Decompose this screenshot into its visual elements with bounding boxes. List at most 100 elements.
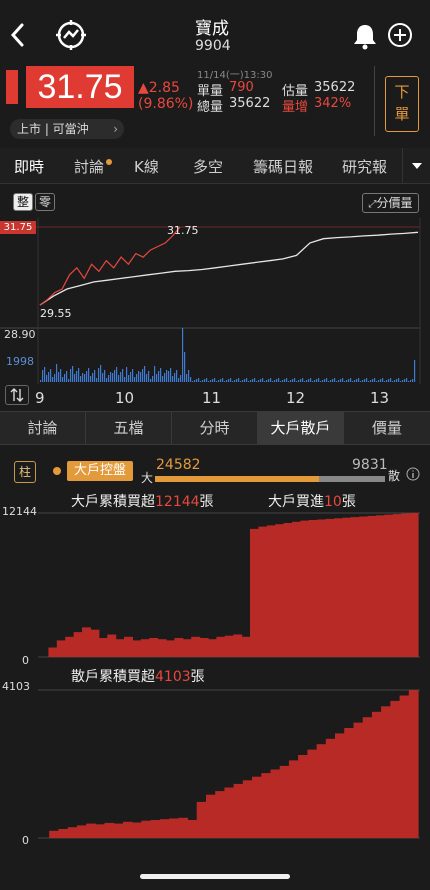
cum-bar bbox=[169, 818, 179, 838]
high-price-label: 31.75 bbox=[167, 224, 199, 237]
chart-top-price: 31.75 bbox=[0, 221, 36, 234]
volume-bar bbox=[408, 381, 410, 382]
x-tick-13: 13 bbox=[370, 389, 390, 407]
subtab-big-small[interactable]: 大戶散戶 bbox=[258, 412, 344, 445]
volume-bar bbox=[86, 371, 88, 382]
volume-bar bbox=[96, 378, 98, 382]
volume-bar bbox=[364, 379, 366, 382]
volume-bar bbox=[90, 376, 92, 382]
cum-bar bbox=[371, 711, 382, 838]
cum-bar bbox=[182, 639, 192, 657]
volume-bar bbox=[348, 379, 350, 382]
current-price: 31.75 bbox=[26, 66, 134, 108]
volume-bar bbox=[336, 381, 338, 382]
volume-bar bbox=[328, 381, 330, 382]
volume-bar bbox=[126, 367, 128, 382]
volume-bar bbox=[132, 369, 134, 382]
volume-bar bbox=[176, 370, 178, 382]
subtab-price-volume[interactable]: 價量 bbox=[344, 412, 430, 445]
volume-bar bbox=[358, 378, 360, 382]
price-change-pct: (9.86%) bbox=[138, 96, 194, 112]
volume-bar bbox=[268, 379, 270, 382]
price-volume-label: 分價量 bbox=[376, 196, 413, 210]
volume-bar bbox=[414, 360, 416, 382]
listing-badge[interactable]: 上市 | 可當沖 › bbox=[10, 119, 124, 139]
subtab-five-levels[interactable]: 五檔 bbox=[86, 412, 172, 445]
intraday-price-chart bbox=[0, 218, 421, 384]
volume-bar bbox=[296, 381, 298, 382]
column-chart-toggle[interactable]: 柱 bbox=[14, 461, 36, 483]
volume-bar bbox=[160, 368, 162, 382]
small-label: 散 bbox=[388, 469, 401, 483]
volume-bar bbox=[248, 381, 250, 382]
whole-lot-toggle[interactable]: 整 bbox=[13, 193, 33, 211]
x-tick-9: 9 bbox=[35, 389, 45, 407]
volume-bar bbox=[402, 380, 404, 382]
small-cum-chart bbox=[38, 689, 420, 839]
chevron-left-icon bbox=[10, 23, 24, 47]
volume-bar bbox=[42, 370, 44, 382]
back-button[interactable] bbox=[8, 22, 32, 50]
volume-bar bbox=[162, 376, 164, 382]
subtab-discussion[interactable]: 討論 bbox=[0, 412, 86, 445]
add-watchlist-button[interactable] bbox=[387, 22, 413, 48]
x-tick-12: 12 bbox=[286, 389, 306, 407]
cum-bar bbox=[191, 636, 201, 657]
cum-bar bbox=[159, 819, 170, 838]
est-volume-value: 35622 bbox=[314, 80, 356, 95]
bell-button[interactable] bbox=[352, 22, 378, 50]
subtab-time-sales[interactable]: 分時 bbox=[172, 412, 258, 445]
volume-bar bbox=[128, 375, 130, 382]
volume-bar bbox=[218, 380, 220, 382]
volume-bar bbox=[234, 380, 236, 382]
tab-discussion[interactable]: 討論 bbox=[74, 156, 104, 177]
volume-bar bbox=[80, 376, 82, 382]
volume-bar bbox=[224, 381, 226, 382]
volume-bar bbox=[340, 379, 342, 382]
tab-realtime[interactable]: 即時 bbox=[14, 156, 44, 177]
cum-bar bbox=[115, 639, 125, 657]
volume-bar bbox=[360, 381, 362, 382]
tab-kline[interactable]: K線 bbox=[134, 156, 159, 177]
cum-bar bbox=[98, 638, 108, 657]
volume-bar bbox=[392, 381, 394, 382]
tab-dropdown-button[interactable] bbox=[402, 148, 430, 183]
volume-bar bbox=[106, 378, 108, 382]
volume-bar bbox=[104, 370, 106, 382]
swap-chart-button[interactable] bbox=[5, 385, 29, 405]
price-volume-button[interactable]: ⤢分價量 bbox=[362, 193, 419, 213]
volume-bar bbox=[378, 380, 380, 382]
volume-bar bbox=[256, 381, 258, 382]
volume-bar bbox=[412, 379, 414, 382]
tab-chip-daily[interactable]: 籌碼日報 bbox=[253, 156, 313, 177]
volume-bar bbox=[206, 378, 208, 382]
price-side-marker bbox=[6, 70, 18, 104]
volume-bar bbox=[304, 381, 306, 382]
cum-bar bbox=[123, 821, 133, 838]
cum-bar bbox=[390, 700, 401, 838]
volume-bar bbox=[216, 381, 218, 382]
volume-bar bbox=[298, 380, 300, 382]
trend-button[interactable] bbox=[54, 18, 88, 52]
tab-long-short[interactable]: 多空 bbox=[193, 156, 223, 177]
odd-lot-toggle[interactable]: 零 bbox=[35, 193, 55, 211]
stock-name: 寶成 bbox=[195, 19, 229, 39]
info-button[interactable] bbox=[406, 466, 420, 481]
volume-bar bbox=[242, 380, 244, 382]
volume-bar bbox=[166, 370, 168, 382]
order-button[interactable]: 下 單 bbox=[385, 76, 419, 132]
small-value: 9831 bbox=[352, 457, 388, 473]
volume-bar bbox=[118, 375, 120, 382]
cum-bar bbox=[307, 749, 318, 838]
cum-bar bbox=[48, 647, 58, 657]
quote-datetime: 11/14(一)13:30 bbox=[197, 70, 273, 81]
cum-bar bbox=[107, 634, 117, 657]
volume-increase-value: 342% bbox=[314, 96, 352, 111]
volume-bar bbox=[76, 371, 78, 382]
cum-bar bbox=[353, 722, 364, 838]
tab-research[interactable]: 研究報 bbox=[342, 156, 400, 177]
volume-bar bbox=[310, 378, 312, 382]
big-control-toggle[interactable]: 大戶控盤 bbox=[67, 461, 133, 481]
volume-bar bbox=[294, 378, 296, 382]
volume-bar bbox=[184, 352, 186, 382]
